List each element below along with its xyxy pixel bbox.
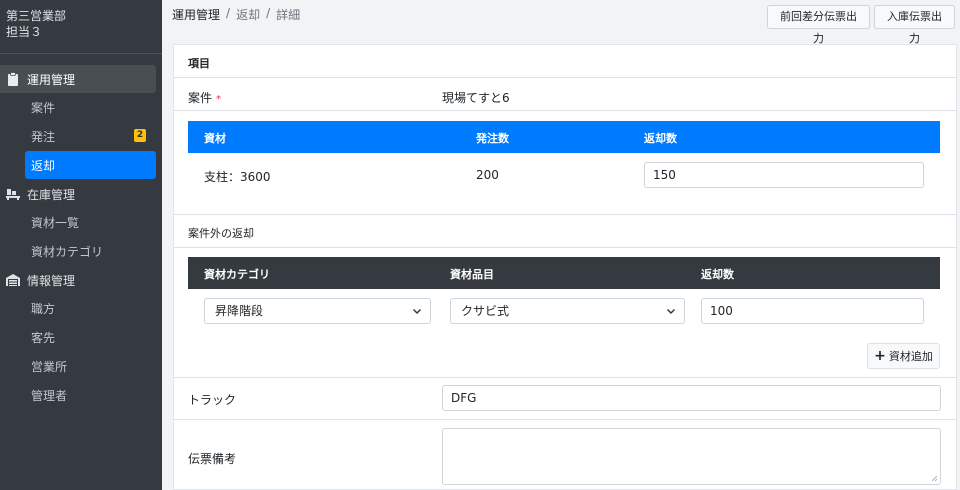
sidebar-group-label: 運用管理: [27, 72, 76, 87]
required-mark: *: [216, 94, 222, 105]
department-name: 第三営業部: [6, 9, 67, 23]
sidebar-item-label: 資材カテゴリ: [31, 244, 104, 259]
sidebar-item-label: 営業所: [31, 359, 68, 374]
row-material: 支柱：3600: [204, 170, 271, 184]
header-ordered: 発注数: [476, 132, 509, 145]
sidebar-group-operations[interactable]: 運用管理: [0, 65, 156, 93]
sidebar-group-inventory[interactable]: 在庫管理: [0, 180, 156, 208]
breadcrumb-separator: /: [226, 6, 231, 20]
category-select-value: 昇降階段: [215, 304, 264, 318]
outside-return-label: 案件外の返却: [188, 227, 254, 240]
outside-return-quantity-input[interactable]: 100: [701, 298, 924, 324]
divider: [174, 247, 956, 248]
diff-slip-output-button[interactable]: 前回差分伝票出力: [767, 5, 870, 45]
project-label: 案件 *: [188, 89, 221, 106]
chevron-down-icon: [412, 308, 422, 315]
sidebar-group-label: 情報管理: [27, 273, 76, 288]
item-select[interactable]: クサビ式: [450, 298, 685, 324]
divider: [174, 110, 956, 111]
pallet-icon: [6, 187, 20, 201]
material-table-header: 資材 発注数 返却数: [188, 121, 940, 153]
breadcrumb-returns[interactable]: 返却: [236, 6, 260, 23]
sidebar-item-material-categories[interactable]: 資材カテゴリ: [25, 237, 156, 265]
project-label-text: 案件: [188, 91, 213, 105]
project-value: 現場てすと6: [442, 91, 510, 105]
sidebar-item-clients[interactable]: 客先: [25, 323, 156, 351]
outside-table-header: 資材カテゴリ 資材品目 返却数: [188, 257, 940, 289]
return-detail-form: 項目 案件 * 現場てすと6 資材 発注数 返却数 支柱：3600 200 150…: [173, 44, 957, 490]
sidebar-item-label: 返却: [31, 158, 56, 173]
header-returned: 返却数: [701, 268, 734, 281]
clipboard-icon: [6, 72, 20, 86]
divider: [174, 77, 956, 78]
sidebar-item-label: 職方: [31, 301, 56, 316]
return-quantity-input[interactable]: 150: [644, 162, 924, 188]
add-material-button[interactable]: + 資材追加: [867, 343, 940, 369]
memo-label: 伝票備考: [188, 452, 237, 466]
header-material: 資材: [204, 132, 226, 145]
sidebar-item-projects[interactable]: 案件: [25, 93, 156, 121]
breadcrumb-separator: /: [266, 6, 271, 20]
category-select[interactable]: 昇降階段: [204, 298, 431, 324]
sidebar-item-orders[interactable]: 発注 2: [25, 122, 156, 150]
breadcrumb: 運用管理 / 返却 / 詳細: [172, 6, 300, 23]
user-name: 担当３: [6, 25, 43, 39]
resize-handle-icon[interactable]: [931, 475, 938, 482]
warehouse-icon: [6, 273, 20, 287]
plus-icon: +: [874, 348, 886, 364]
orders-count-badge: 2: [134, 129, 146, 142]
user-block: 第三営業部 担当３: [0, 0, 162, 54]
sidebar-item-label: 客先: [31, 330, 56, 345]
breadcrumb-operations[interactable]: 運用管理: [172, 6, 220, 23]
sidebar-group-label: 在庫管理: [27, 187, 76, 202]
sidebar-item-returns[interactable]: 返却: [25, 151, 156, 179]
divider: [174, 419, 956, 420]
add-material-label: 資材追加: [888, 350, 933, 363]
divider: [174, 377, 956, 378]
sidebar-item-craftsmen[interactable]: 職方: [25, 294, 156, 322]
section-title: 項目: [188, 57, 210, 70]
chevron-down-icon: [666, 308, 676, 315]
truck-label: トラック: [188, 393, 237, 407]
truck-input[interactable]: DFG: [442, 385, 941, 411]
header-category: 資材カテゴリ: [204, 268, 270, 281]
header-returned: 返却数: [644, 132, 677, 145]
sidebar-group-info[interactable]: 情報管理: [0, 266, 156, 294]
item-select-value: クサビ式: [461, 304, 510, 318]
sidebar-item-label: 管理者: [31, 388, 68, 403]
sidebar: 第三営業部 担当３ 運用管理 案件 発注 2 返却 在庫管理 資材一覧 資材カテゴ…: [0, 0, 162, 490]
sidebar-item-label: 案件: [31, 100, 56, 115]
sidebar-item-offices[interactable]: 営業所: [25, 352, 156, 380]
sidebar-item-materials[interactable]: 資材一覧: [25, 208, 156, 236]
sidebar-item-label: 資材一覧: [31, 215, 80, 230]
header-item: 資材品目: [450, 268, 494, 281]
row-ordered: 200: [476, 168, 499, 182]
sidebar-nav: 運用管理 案件 発注 2 返却 在庫管理 資材一覧 資材カテゴリ 情報管理 職方 …: [0, 54, 162, 409]
receipt-slip-output-button[interactable]: 入庫伝票出力: [874, 5, 955, 45]
divider: [174, 214, 956, 215]
sidebar-item-label: 発注: [31, 129, 56, 144]
breadcrumb-detail: 詳細: [276, 8, 301, 22]
memo-textarea[interactable]: [442, 428, 941, 485]
sidebar-item-admins[interactable]: 管理者: [25, 381, 156, 409]
